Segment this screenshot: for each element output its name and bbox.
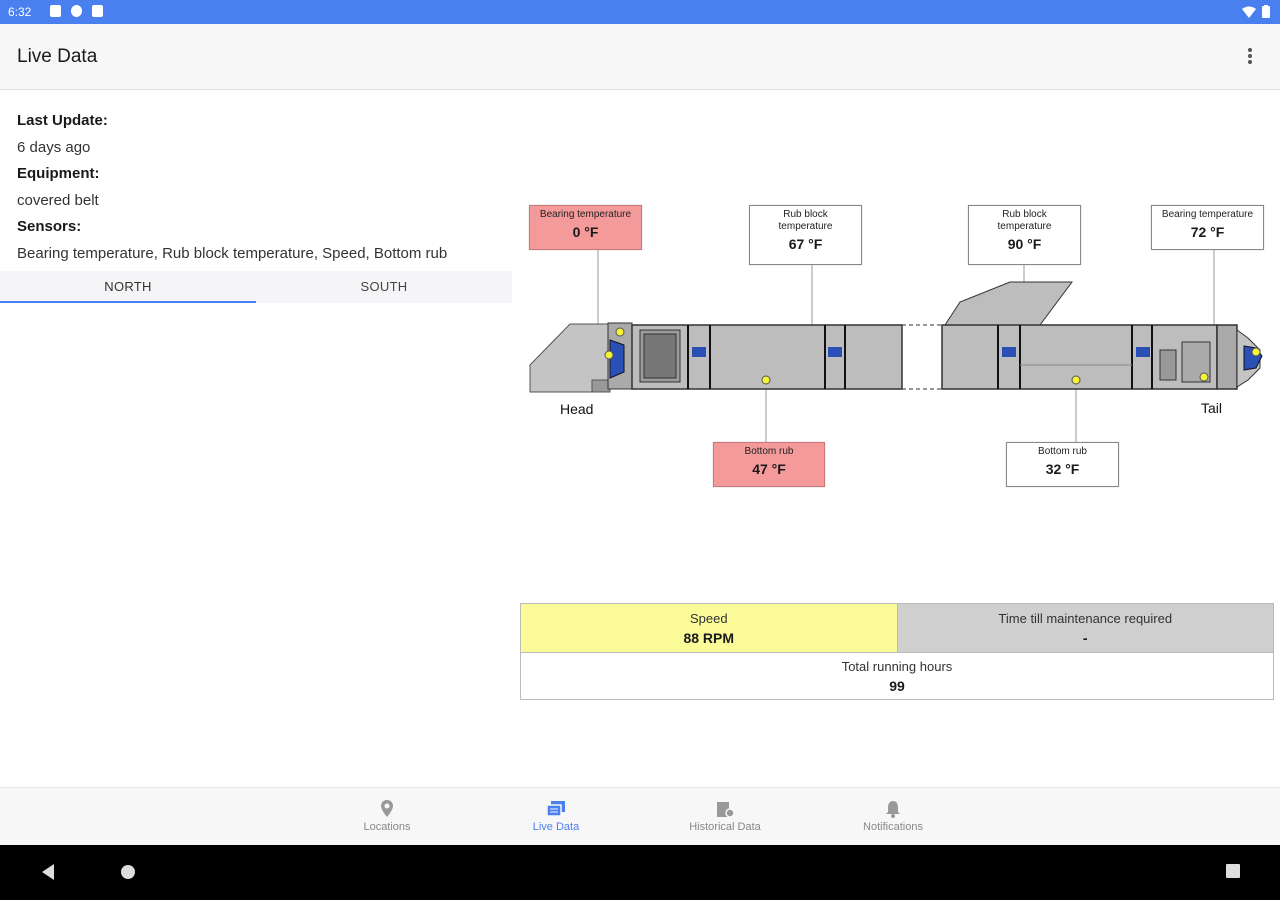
last-update-value: 6 days ago: [17, 138, 91, 156]
bottom-rub-2-card[interactable]: Bottom rub 32 °F: [1006, 442, 1119, 487]
speed-value: 88 RPM: [683, 630, 735, 646]
maintenance-value: -: [1082, 630, 1088, 646]
overflow-menu-icon[interactable]: [1240, 46, 1260, 68]
nav-notifications-label: Notifications: [863, 821, 923, 833]
sensor-value: 67 °F: [788, 236, 823, 252]
bearing-temp-tail-card[interactable]: Bearing temperature 72 °F: [1151, 205, 1264, 250]
equipment-value: covered belt: [17, 191, 99, 209]
sensor-name: Bottom rub: [1038, 446, 1087, 457]
status-notification-icons: [50, 5, 103, 17]
bottom-rub-1-card[interactable]: Bottom rub 47 °F: [713, 442, 825, 487]
sensor-name: Bearing temperature: [539, 209, 632, 220]
status-cards: Speed 88 RPM Time till maintenance requi…: [520, 603, 1274, 700]
sensor-value: 0 °F: [572, 224, 599, 240]
sensor-value: 90 °F: [1007, 236, 1042, 252]
page-title: Live Data: [17, 46, 98, 67]
nav-historical-data-label: Historical Data: [689, 821, 761, 833]
sensor-value: 72 °F: [1190, 224, 1225, 240]
running-hours-label: Total running hours: [841, 659, 953, 674]
nav-live-data[interactable]: Live Data: [496, 788, 616, 846]
tab-north[interactable]: NORTH: [0, 271, 256, 303]
bell-icon: [886, 801, 900, 818]
historical-data-icon: [717, 802, 735, 818]
maintenance-card: Time till maintenance required -: [897, 604, 1273, 652]
status-bar: 6:32: [0, 0, 1280, 24]
sensor-value: 32 °F: [1045, 461, 1080, 477]
conveyor-diagram: Head Tail Bearing temperature 0 °F Rub b…: [520, 190, 1280, 510]
status-time: 6:32: [8, 5, 32, 19]
info-panel: Last Update: 6 days ago Equipment: cover…: [17, 108, 507, 267]
sensors-label: Sensors:: [17, 218, 82, 235]
sensor-name: Rub block temperature: [997, 209, 1052, 232]
nav-historical-data[interactable]: Historical Data: [665, 788, 785, 846]
speed-label: Speed: [689, 611, 728, 626]
bottom-navigation: Locations Live Data Historical Data Noti…: [0, 787, 1280, 845]
nav-notifications[interactable]: Notifications: [833, 788, 953, 846]
equipment-label: Equipment:: [17, 165, 100, 182]
running-hours-value: 99: [889, 678, 905, 694]
sensor-name: Rub block temperature: [778, 209, 833, 232]
sensors-value: Bearing temperature, Rub block temperatu…: [17, 244, 448, 262]
running-hours-card: Total running hours 99: [521, 653, 1273, 700]
nav-locations[interactable]: Locations: [327, 788, 447, 846]
battery-icon: [1262, 5, 1270, 18]
direction-tabs: NORTH SOUTH: [0, 271, 512, 303]
sensor-name: Bearing temperature: [1161, 209, 1254, 220]
notification-icon: [50, 5, 61, 17]
system-navigation-bar: [0, 845, 1280, 900]
nav-live-data-label: Live Data: [532, 821, 580, 833]
wifi-icon: [1242, 6, 1256, 18]
sd-card-icon: [92, 5, 103, 17]
nav-locations-label: Locations: [363, 821, 411, 833]
bearing-temp-head-card[interactable]: Bearing temperature 0 °F: [529, 205, 642, 250]
tail-label: Tail: [1201, 400, 1223, 416]
location-pin-icon: [381, 800, 393, 817]
maintenance-label: Time till maintenance required: [998, 611, 1173, 626]
live-data-icon: [546, 801, 565, 817]
speed-card: Speed 88 RPM: [521, 604, 898, 652]
recents-icon[interactable]: [1225, 863, 1241, 879]
sensor-name: Bottom rub: [744, 446, 794, 457]
app-bar: Live Data: [0, 24, 1280, 90]
sensor-value: 47 °F: [752, 461, 786, 477]
status-right-icons: [1242, 5, 1270, 18]
head-label: Head: [560, 401, 594, 417]
back-icon[interactable]: [40, 863, 56, 881]
rub-block-temp-1-card[interactable]: Rub block temperature 67 °F: [749, 205, 862, 265]
home-icon[interactable]: [119, 863, 137, 881]
last-update-label: Last Update:: [17, 112, 108, 129]
notification-icon: [71, 5, 82, 17]
rub-block-temp-2-card[interactable]: Rub block temperature 90 °F: [968, 205, 1081, 265]
tab-south[interactable]: SOUTH: [256, 271, 512, 303]
